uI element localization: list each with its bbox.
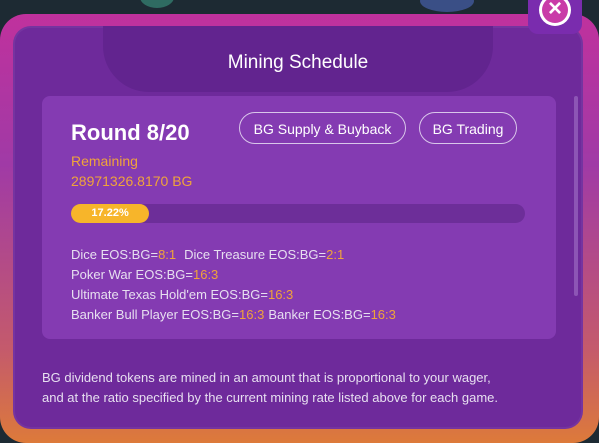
close-button[interactable]: × — [528, 0, 582, 34]
rate-name: Poker War EOS:BG= — [71, 267, 193, 282]
rate-value: 16:3 — [239, 307, 265, 322]
rate-name: Ultimate Texas Hold'em EOS:BG= — [71, 287, 268, 302]
remaining-value: 28971326.8170 BG — [71, 173, 193, 189]
rate-line: Banker Bull Player EOS:BG=16:3 Banker EOS… — [71, 305, 396, 325]
bg-supply-buyback-button[interactable]: BG Supply & Buyback — [239, 112, 406, 144]
mining-schedule-modal: Mining Schedule Round 8/20 BG Supply & B… — [0, 0, 599, 443]
title-tab: Mining Schedule — [103, 26, 493, 92]
progress-label: 17.22% — [91, 207, 129, 219]
mining-description: BG dividend tokens are mined in an amoun… — [42, 368, 562, 408]
background-chip-right — [420, 0, 474, 12]
bg-trading-button[interactable]: BG Trading — [419, 112, 517, 144]
round-card: Round 8/20 BG Supply & Buyback BG Tradin… — [42, 96, 556, 339]
rate-value: 16:3 — [267, 287, 294, 302]
rate-value: 16:3 — [370, 307, 396, 322]
description-line: and at the ratio specified by the curren… — [42, 390, 498, 405]
round-indicator: Round 8/20 — [71, 120, 190, 145]
rate-name: Banker EOS:BG= — [268, 307, 371, 322]
rate-name: Dice Treasure EOS:BG= — [184, 247, 327, 262]
rate-value: 16:3 — [192, 267, 219, 282]
modal-title: Mining Schedule — [227, 52, 369, 73]
rate-name: Banker Bull Player EOS:BG= — [71, 307, 239, 322]
rate-value: 2:1 — [326, 247, 345, 262]
background-chip-left — [140, 0, 174, 8]
rate-line: Ultimate Texas Hold'em EOS:BG=16:3 — [71, 285, 396, 305]
rate-line: Dice EOS:BG=8:1 Dice Treasure EOS:BG=2:1 — [71, 245, 396, 265]
rate-value: 8:1 — [158, 247, 177, 262]
progress-bar: 17.22% — [71, 204, 525, 223]
description-line: BG dividend tokens are mined in an amoun… — [42, 370, 491, 385]
modal-panel: Mining Schedule Round 8/20 BG Supply & B… — [13, 26, 583, 429]
rate-line: Poker War EOS:BG=16:3 — [71, 265, 396, 285]
mining-rates: Dice EOS:BG=8:1 Dice Treasure EOS:BG=2:1 … — [71, 245, 396, 325]
remaining-label: Remaining — [71, 153, 138, 169]
close-icon[interactable]: × — [539, 0, 571, 26]
scrollbar[interactable] — [574, 96, 578, 296]
rate-name: Dice EOS:BG= — [71, 247, 159, 262]
